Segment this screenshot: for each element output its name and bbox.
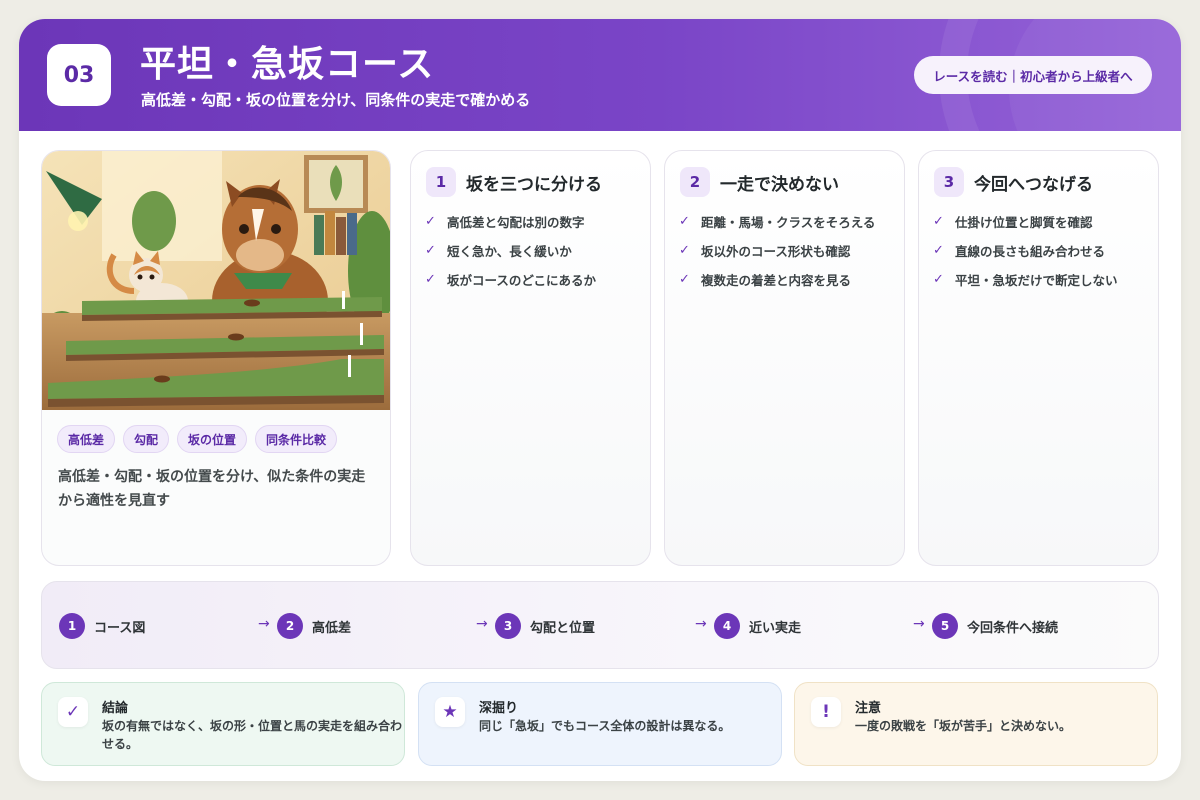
flow-step-1: 1 コース図 [59, 613, 145, 639]
list-item-text: 短く急か、長く緩いか [447, 244, 572, 259]
step-card-3: 3 今回へつなげる ✓ 仕掛け位置と脚質を確認 ✓ 直線の長さも組み合わせる ✓ 平坦… [918, 150, 1159, 566]
lesson-number-badge: 03 [47, 44, 111, 106]
exclamation-icon: ! [811, 697, 841, 727]
flow-step-number: 2 [277, 613, 303, 639]
list-item-text: 坂がコースのどこにあるか [447, 273, 597, 288]
check-icon: ✓ [933, 214, 944, 229]
check-icon: ✓ [933, 272, 944, 287]
note-title: 深掘り [479, 701, 519, 716]
note-title: 結論 [102, 701, 129, 716]
flow-step-5: 5 今回条件へ接続 [932, 613, 1058, 639]
list-item-text: 坂以外のコース形状も確認 [701, 244, 851, 259]
list-item: ✓ 距離・馬場・クラスをそろえる [679, 207, 875, 236]
list-item: ✓ 直線の長さも組み合わせる [933, 236, 1118, 265]
step-number: 3 [934, 167, 964, 197]
arrow-right-icon: → [476, 616, 488, 632]
list-item-text: 直線の長さも組み合わせる [955, 244, 1106, 259]
flow-step-label: 勾配と位置 [530, 620, 596, 636]
illustration-card: 高低差 勾配 坂の位置 同条件比較 高低差・勾配・坂の位置を分け、似た条件の実走… [41, 150, 391, 566]
flow-step-label: 高低差 [312, 620, 352, 636]
tag-same-condition: 同条件比較 [255, 425, 338, 453]
list-item-text: 複数走の着差と内容を見る [701, 273, 852, 288]
arrow-right-icon: → [913, 616, 925, 632]
step-title: 今回へつなげる [974, 174, 1093, 195]
list-item: ✓ 仕掛け位置と脚質を確認 [933, 207, 1118, 236]
flow-step-number: 4 [714, 613, 740, 639]
note-text: 一度の敗戦を「坂が苦手」と決めない。 [855, 719, 1072, 733]
list-item: ✓ 坂以外のコース形状も確認 [679, 236, 875, 265]
note-title: 注意 [855, 701, 882, 716]
tag-slope-position: 坂の位置 [177, 425, 248, 453]
flow-step-label: コース図 [94, 620, 146, 636]
page-title: 平坦・急坂コース [140, 44, 435, 85]
list-item-text: 高低差と勾配は別の数字 [447, 215, 585, 230]
check-icon: ✓ [425, 214, 436, 229]
step-number: 2 [680, 167, 710, 197]
step-checklist: ✓ 高低差と勾配は別の数字 ✓ 短く急か、長く緩いか ✓ 坂がコースのどこにあるか [425, 207, 596, 294]
list-item-text: 仕掛け位置と脚質を確認 [955, 215, 1093, 230]
step-checklist: ✓ 距離・馬場・クラスをそろえる ✓ 坂以外のコース形状も確認 ✓ 複数走の着差と内容… [679, 207, 875, 294]
step-title: 坂を三つに分ける [466, 174, 602, 195]
check-icon: ✓ [933, 243, 944, 258]
arrow-right-icon: → [258, 616, 270, 632]
check-icon: ✓ [58, 697, 88, 727]
flow-step-number: 5 [932, 613, 958, 639]
list-item-text: 平坦・急坂だけで断定しない [955, 273, 1118, 288]
flow-step-2: 2 高低差 [277, 613, 351, 639]
flow-step-3: 3 勾配と位置 [495, 613, 595, 639]
list-item: ✓ 高低差と勾配は別の数字 [425, 207, 596, 236]
tag-gradient: 勾配 [123, 425, 170, 453]
flow-step-label: 今回条件へ接続 [967, 620, 1059, 636]
arrow-right-icon: → [695, 616, 707, 632]
step-header: 2 一走で決めない [680, 167, 839, 197]
check-icon: ✓ [425, 272, 436, 287]
check-icon: ✓ [679, 214, 690, 229]
check-icon: ✓ [679, 272, 690, 287]
star-icon: ★ [435, 697, 465, 727]
list-item: ✓ 坂がコースのどこにあるか [425, 265, 596, 294]
flow-step-number: 1 [59, 613, 85, 639]
check-icon: ✓ [679, 243, 690, 258]
tag-elevation: 高低差 [57, 425, 116, 453]
header-banner: 03 平坦・急坂コース 高低差・勾配・坂の位置を分け、同条件の実走で確かめる レ… [19, 19, 1181, 131]
list-item: ✓ 平坦・急坂だけで断定しない [933, 265, 1118, 294]
caution-note: ! 注意 一度の敗戦を「坂が苦手」と決めない。 [794, 682, 1158, 766]
flow-step-label: 近い実走 [749, 620, 802, 636]
flow-step-number: 3 [495, 613, 521, 639]
flow-step-4: 4 近い実走 [714, 613, 801, 639]
step-header: 1 坂を三つに分ける [426, 167, 602, 197]
step-title: 一走で決めない [720, 174, 839, 195]
lesson-card: 03 平坦・急坂コース 高低差・勾配・坂の位置を分け、同条件の実走で確かめる レ… [19, 19, 1181, 781]
note-text: 坂の有無ではなく、坂の形・位置と馬の実走を組み合わせる。 [102, 719, 403, 751]
step-header: 3 今回へつなげる [934, 167, 1093, 197]
deep-dive-note: ★ 深掘り 同じ「急坂」でもコース全体の設計は異なる。 [418, 682, 782, 766]
conclusion-note: ✓ 結論 坂の有無ではなく、坂の形・位置と馬の実走を組み合わせる。 [41, 682, 405, 766]
step-number: 1 [426, 167, 456, 197]
note-text: 同じ「急坂」でもコース全体の設計は異なる。 [479, 719, 731, 733]
step-checklist: ✓ 仕掛け位置と脚質を確認 ✓ 直線の長さも組み合わせる ✓ 平坦・急坂だけで断定しな… [933, 207, 1118, 294]
series-link-button[interactable]: レースを読む｜初心者から上級者へ [914, 56, 1152, 94]
process-flow-bar: 1 コース図 → 2 高低差 → 3 勾配と位置 → 4 近い実走 → 5 今回… [41, 581, 1159, 669]
step-card-1: 1 坂を三つに分ける ✓ 高低差と勾配は別の数字 ✓ 短く急か、長く緩いか ✓ 坂がコ… [410, 150, 651, 566]
horse-and-cat-course-model-illustration [42, 151, 390, 410]
step-card-2: 2 一走で決めない ✓ 距離・馬場・クラスをそろえる ✓ 坂以外のコース形状も確認 … [664, 150, 905, 566]
page-subtitle: 高低差・勾配・坂の位置を分け、同条件の実走で確かめる [141, 91, 531, 109]
illustration-caption: 高低差・勾配・坂の位置を分け、似た条件の実走から適性を見直す [58, 469, 366, 509]
list-item: ✓ 短く急か、長く緩いか [425, 236, 596, 265]
check-icon: ✓ [425, 243, 436, 258]
list-item-text: 距離・馬場・クラスをそろえる [701, 215, 876, 230]
keyword-tags: 高低差 勾配 坂の位置 同条件比較 [57, 425, 338, 453]
list-item: ✓ 複数走の着差と内容を見る [679, 265, 875, 294]
